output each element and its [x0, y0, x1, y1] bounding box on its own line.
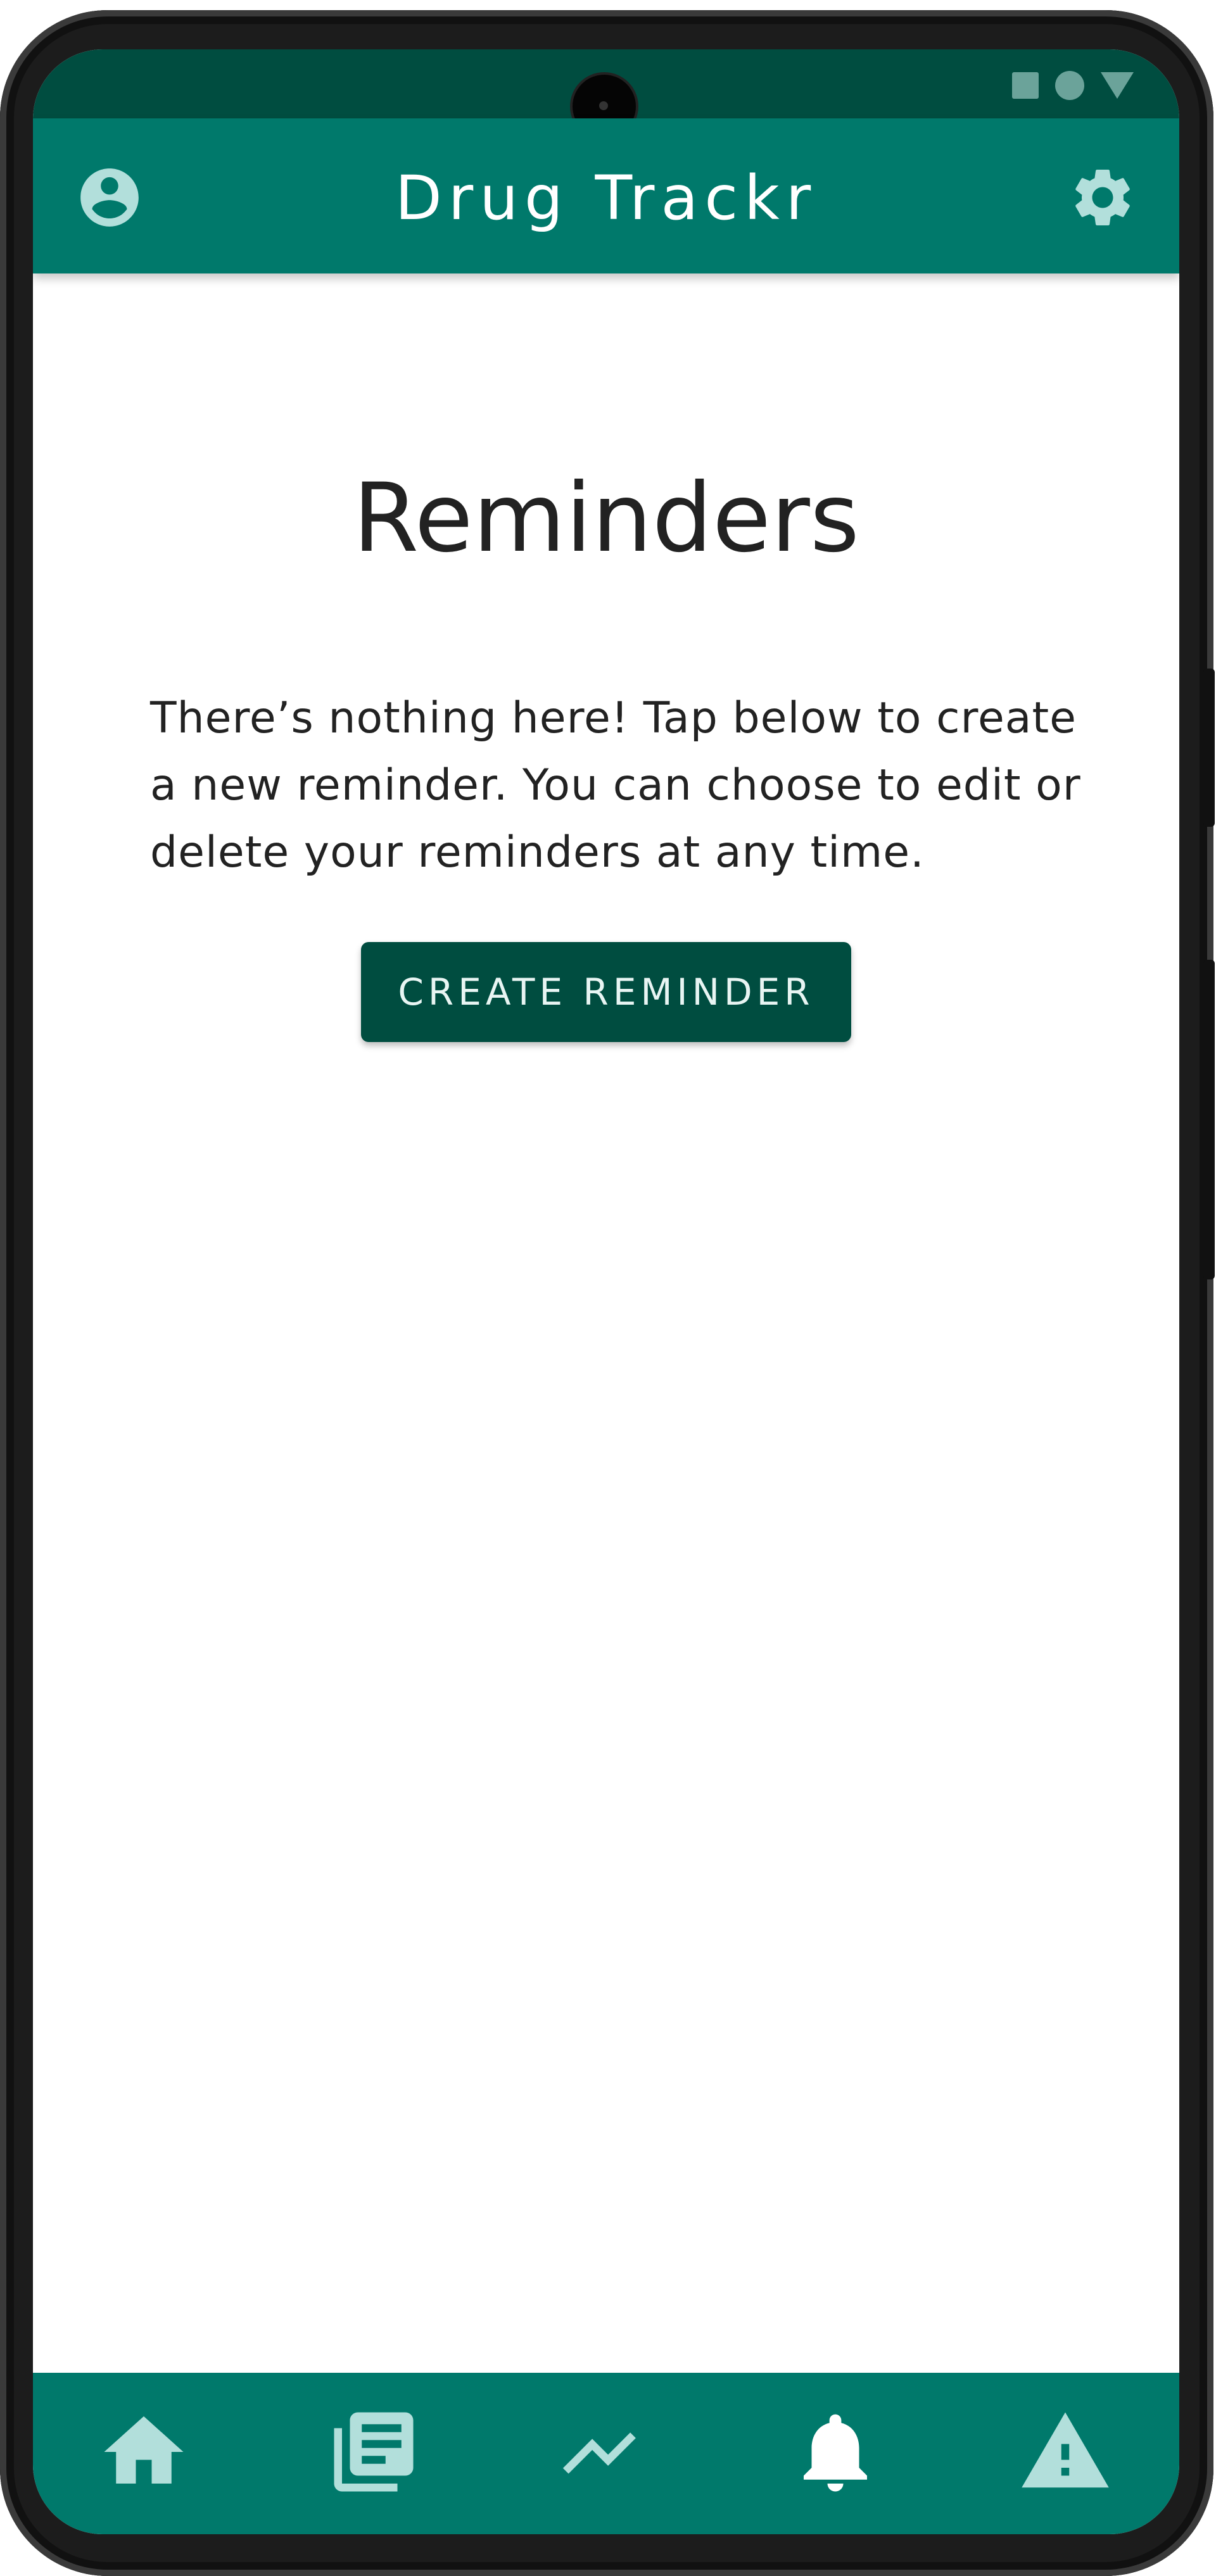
empty-state-message: There’s nothing here! Tap below to creat… — [150, 693, 1081, 877]
nav-library[interactable] — [326, 2404, 421, 2499]
nav-home[interactable] — [96, 2404, 191, 2499]
create-reminder-button[interactable]: CREATE REMINDER — [361, 942, 851, 1042]
nav-alerts[interactable] — [1018, 2404, 1113, 2499]
status-triangle-icon — [1101, 72, 1134, 99]
home-icon — [104, 2416, 184, 2484]
gear-icon — [1075, 169, 1130, 225]
phone-frame: Drug Trackr Reminders There’s nothing he… — [0, 10, 1215, 2576]
nav-trends[interactable] — [559, 2404, 654, 2499]
volume-button — [1203, 669, 1215, 827]
library-books-icon — [334, 2412, 414, 2492]
bottom-navigation — [33, 2373, 1179, 2534]
status-square-icon — [1012, 72, 1039, 99]
warning-icon — [1022, 2412, 1109, 2488]
bell-icon — [804, 2414, 867, 2492]
trending-up-icon — [562, 2432, 636, 2474]
status-circle-icon — [1055, 71, 1084, 100]
status-bar — [33, 49, 1179, 138]
settings-button[interactable] — [1068, 163, 1137, 232]
screen: Drug Trackr Reminders There’s nothing he… — [33, 49, 1179, 2534]
status-icons — [1012, 71, 1134, 100]
power-button — [1203, 960, 1215, 1279]
nav-reminders[interactable] — [788, 2404, 883, 2499]
app-bar: Drug Trackr — [33, 118, 1179, 273]
page-title: Reminders — [353, 463, 859, 574]
app-title: Drug Trackr — [395, 163, 818, 234]
